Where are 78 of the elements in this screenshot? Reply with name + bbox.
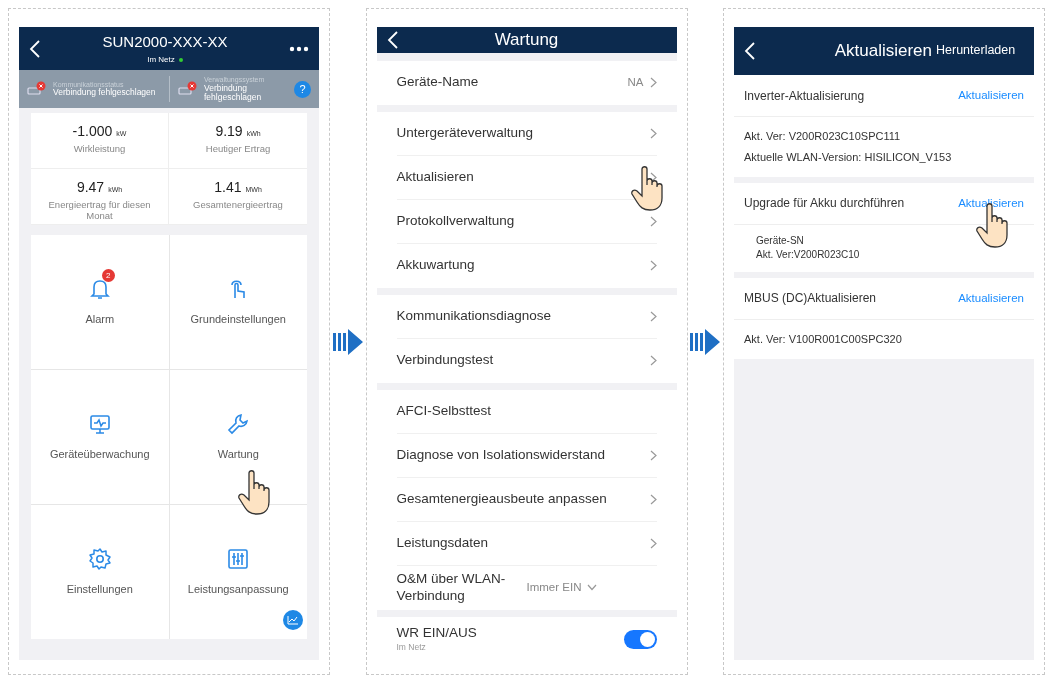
list-item-label: O&M über WLAN-Verbindung xyxy=(396,571,507,604)
list-row[interactable]: Gesamtenergieausbeute anpassen xyxy=(396,477,657,522)
update-link[interactable]: Aktualisieren xyxy=(958,86,1024,105)
back-icon[interactable] xyxy=(744,42,756,60)
download-link[interactable]: Herunterladen xyxy=(936,44,1020,58)
list-item-label: Aktualisieren xyxy=(396,168,475,186)
tile-label: Grundeinstellungen xyxy=(190,312,286,328)
metric-value: 9.47 xyxy=(76,179,105,195)
wrench-icon xyxy=(226,412,251,437)
status-value: Verbindung fehlgeschlagen xyxy=(204,83,262,102)
list-item-label: Kommunikationsdiagnose xyxy=(396,307,553,325)
list-item-label: WR EIN/AUS xyxy=(396,625,478,642)
back-icon[interactable] xyxy=(29,39,41,58)
metric-label: Wirkleistung xyxy=(72,143,127,155)
gear-icon xyxy=(87,547,112,572)
list-row[interactable]: Kommunikationsdiagnose xyxy=(396,294,657,339)
list-row[interactable]: Protokollverwaltung xyxy=(396,199,657,244)
metric-value: 1.41 xyxy=(214,179,242,195)
list-row[interactable]: Diagnose von Isolationswiderstand xyxy=(396,433,657,478)
list-item-label: AFCI-Selbsttest xyxy=(396,402,493,420)
bell-icon xyxy=(87,277,112,302)
list-item-label: Protokollverwaltung xyxy=(396,212,516,230)
version-text: Akt. Ver: V100R001C00SPC320 xyxy=(744,331,903,347)
version-text: Aktuelle WLAN-Version: HISILICON_V153 xyxy=(744,149,953,165)
metric-value: 9.19 xyxy=(215,123,243,139)
status-value: Verbindung fehlgeschlagen xyxy=(53,88,157,98)
menu-tile[interactable]: Geräteüberwachung xyxy=(31,370,169,504)
help-button[interactable]: ? xyxy=(294,80,311,98)
menu-tile[interactable]: Grundeinstellungen xyxy=(169,235,307,369)
section-title: Upgrade für Akku durchführen xyxy=(744,195,906,213)
metric-label: Heutiger Ertrag xyxy=(204,143,272,155)
menu-tile[interactable]: Einstellungen xyxy=(31,505,169,639)
tile-label: Leistungsanpassung xyxy=(187,582,289,598)
back-icon[interactable] xyxy=(386,30,399,49)
list-item-label: Verbindungstest xyxy=(396,352,495,369)
list-row[interactable]: Untergeräteverwaltung xyxy=(396,111,657,156)
monitor-icon xyxy=(87,412,112,437)
caret-down-icon[interactable] xyxy=(587,584,598,591)
list-item-label: Gesamtenergieausbeute anpassen xyxy=(396,490,608,508)
dropdown-value[interactable]: Immer EIN xyxy=(526,578,582,597)
list-row[interactable]: Akkuwartung xyxy=(396,243,657,288)
arrow-icon xyxy=(330,327,365,356)
tile-label: Alarm xyxy=(85,312,115,328)
chart-button[interactable] xyxy=(283,610,303,630)
screen-title: Aktualisieren xyxy=(833,40,932,63)
version-text: Geräte-SN xyxy=(755,233,805,248)
metric-label: Gesamtenergieertrag xyxy=(192,199,284,211)
version-text: Akt. Ver:V200R023C10 xyxy=(755,248,861,263)
list-item-label: Akkuwartung xyxy=(396,257,476,274)
sliders-icon xyxy=(226,547,251,572)
alarm-count: 2 xyxy=(101,269,115,283)
item-value: NA xyxy=(627,74,644,90)
list-item-label: Leistungsdaten xyxy=(396,534,490,552)
section-title: Inverter-Aktualisierung xyxy=(744,87,866,105)
list-row[interactable]: AFCI-Selbsttest xyxy=(396,389,657,434)
menu-tile[interactable]: 2 Alarm xyxy=(31,235,169,369)
screen-title: SUN2000-XXX-XX xyxy=(101,32,229,53)
screen-title: Wartung xyxy=(493,29,560,51)
menu-tile[interactable]: Leistungsanpassung xyxy=(169,505,307,639)
update-link[interactable]: Aktualisieren xyxy=(958,289,1024,307)
list-item-label: Geräte-Name xyxy=(396,74,480,91)
tile-label: Geräteüberwachung xyxy=(49,447,150,463)
list-row[interactable]: O&M über WLAN-Verbindung Immer EIN xyxy=(396,565,657,610)
list-row[interactable]: Verbindungstest xyxy=(396,338,657,383)
metric-label: Energieertrag für diesen Monat xyxy=(47,199,152,222)
toggle-switch[interactable] xyxy=(623,630,657,649)
update-link[interactable]: Aktualisieren xyxy=(958,194,1024,212)
section-title: MBUS (DC)Aktualisieren xyxy=(744,290,878,308)
status-text: Im Netz xyxy=(147,53,175,66)
tile-label: Wartung xyxy=(217,447,259,463)
tile-label: Einstellungen xyxy=(66,582,133,598)
more-menu-icon[interactable] xyxy=(289,45,309,52)
status-text: Im Netz xyxy=(396,641,427,654)
list-item-label: Untergeräteverwaltung xyxy=(396,124,535,142)
version-text: Akt. Ver: V200R023C10SPC111 xyxy=(744,129,902,144)
list-item-label: Diagnose von Isolationswiderstand xyxy=(396,446,607,464)
metric-value: -1.000 xyxy=(72,123,113,139)
list-row[interactable]: Leistungsdaten xyxy=(396,521,657,566)
